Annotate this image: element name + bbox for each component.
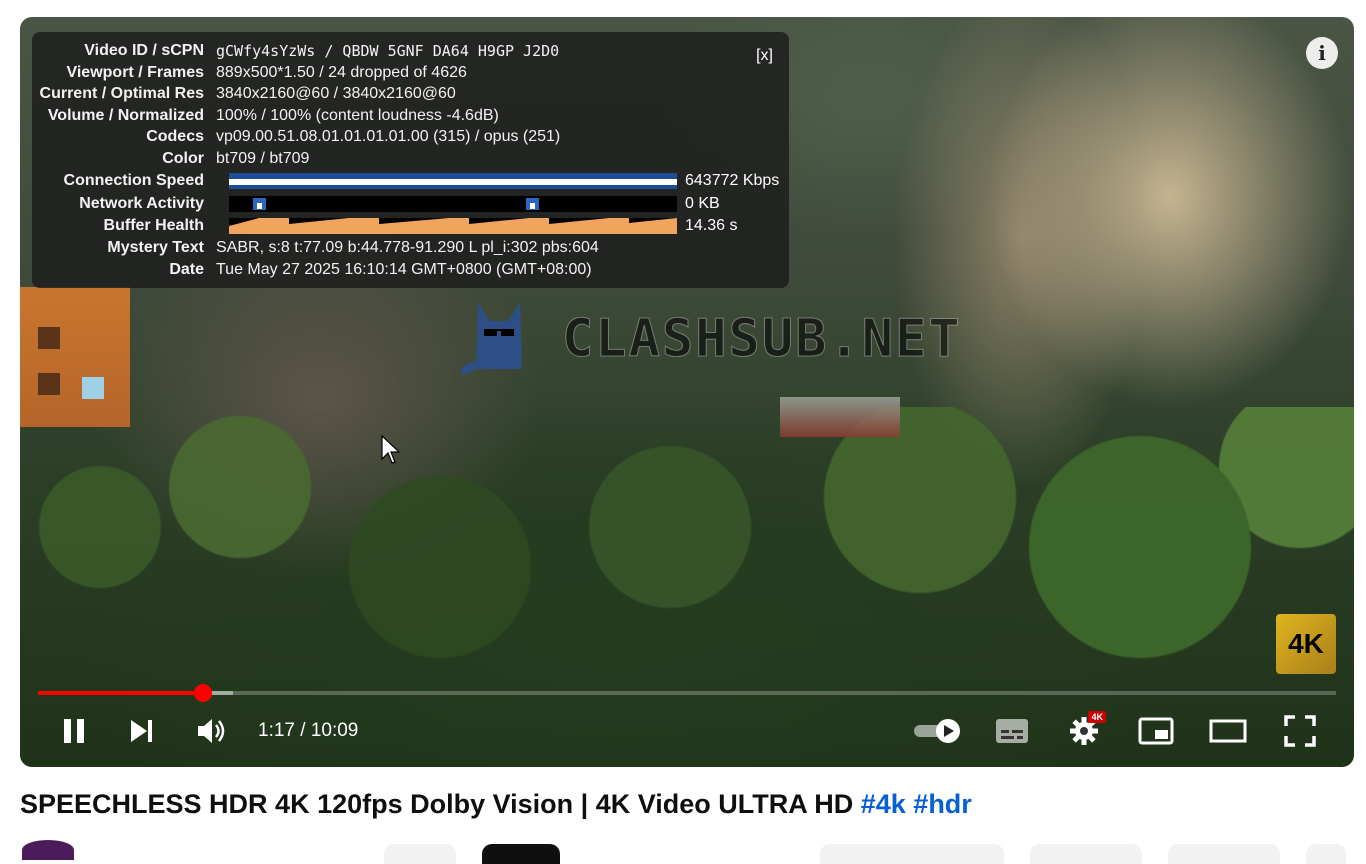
stats-row-date: Date Tue May 27 2025 16:10:14 GMT+0800 (… bbox=[32, 259, 592, 281]
stats-label: Volume / Normalized bbox=[47, 107, 204, 124]
stats-value: 643772 Kbps bbox=[685, 172, 780, 189]
stats-row-volume: Volume / Normalized 100% / 100% (content… bbox=[32, 105, 499, 127]
stats-label: Color bbox=[162, 150, 204, 167]
video-frame-building bbox=[20, 287, 130, 427]
like-dislike-button[interactable] bbox=[820, 844, 1004, 864]
more-actions-button[interactable] bbox=[1306, 844, 1346, 864]
stats-row-buffer: Buffer Health bbox=[32, 215, 216, 237]
settings-button[interactable]: 4K bbox=[1060, 707, 1108, 755]
autoplay-toggle-icon bbox=[914, 719, 960, 743]
stats-value: bt709 / bt709 bbox=[216, 150, 310, 167]
stats-value: 3840x2160@60 / 3840x2160@60 bbox=[216, 85, 456, 102]
stats-label: Current / Optimal Res bbox=[39, 85, 204, 102]
stats-value: SABR, s:8 t:77.09 b:44.778-91.290 L pl_i… bbox=[216, 239, 599, 256]
stats-value: 14.36 s bbox=[685, 217, 738, 234]
video-player[interactable]: [x] Video ID / sCPN gCWfy4sYzWs / QBDW 5… bbox=[20, 17, 1354, 767]
miniplayer-button[interactable] bbox=[1132, 707, 1180, 755]
join-button[interactable] bbox=[384, 844, 456, 864]
volume-button[interactable] bbox=[188, 707, 236, 755]
cat-logo-icon bbox=[456, 299, 542, 379]
stats-label: Date bbox=[169, 261, 204, 278]
stats-value: Tue May 27 2025 16:10:14 GMT+0800 (GMT+0… bbox=[216, 261, 592, 278]
stats-value: gCWfy4sYzWs / QBDW 5GNF DA64 H9GP J2D0 bbox=[216, 42, 560, 60]
pause-button[interactable] bbox=[50, 707, 98, 755]
stats-value: vp09.00.51.08.01.01.01.01.00 (315) / opu… bbox=[216, 128, 561, 145]
stats-row-color: Color bt709 / bt709 bbox=[32, 148, 309, 170]
stats-row-network: Network Activity bbox=[32, 193, 216, 215]
watermark-text: CLASHSUB.NET bbox=[562, 309, 962, 370]
hashtag-link[interactable]: #4k bbox=[861, 789, 906, 819]
stats-row-resolution: Current / Optimal Res 3840x2160@60 / 384… bbox=[32, 83, 456, 105]
watermark: CLASHSUB.NET bbox=[456, 299, 962, 379]
stats-row-video-id: Video ID / sCPN gCWfy4sYzWs / QBDW 5GNF … bbox=[32, 40, 559, 62]
stats-for-nerds-panel: [x] Video ID / sCPN gCWfy4sYzWs / QBDW 5… bbox=[32, 32, 789, 288]
buffer-health-graph bbox=[229, 218, 677, 234]
theater-icon bbox=[1209, 719, 1247, 743]
stats-label: Buffer Health bbox=[103, 217, 204, 234]
connection-speed-graph bbox=[229, 173, 677, 189]
miniplayer-icon bbox=[1138, 717, 1174, 745]
progress-played bbox=[38, 691, 203, 695]
time-display: 1:17 / 10:09 bbox=[258, 720, 359, 741]
progress-scrubber-handle[interactable] bbox=[193, 684, 212, 702]
stats-row-mystery: Mystery Text SABR, s:8 t:77.09 b:44.778-… bbox=[32, 237, 599, 259]
pause-icon bbox=[64, 719, 84, 743]
stats-value: 100% / 100% (content loudness -4.6dB) bbox=[216, 107, 499, 124]
hashtag-link[interactable]: #hdr bbox=[913, 789, 972, 819]
stats-label: Viewport / Frames bbox=[66, 64, 204, 81]
fullscreen-icon bbox=[1284, 715, 1316, 747]
theater-mode-button[interactable] bbox=[1204, 707, 1252, 755]
stats-label: Connection Speed bbox=[63, 172, 204, 189]
settings-4k-badge: 4K bbox=[1088, 711, 1106, 723]
autoplay-toggle[interactable] bbox=[910, 707, 966, 755]
fullscreen-button[interactable] bbox=[1276, 707, 1324, 755]
subscribe-button[interactable] bbox=[482, 844, 560, 864]
stats-row-connection: Connection Speed bbox=[32, 170, 216, 192]
stats-row-codecs: Codecs vp09.00.51.08.01.01.01.01.00 (315… bbox=[32, 126, 560, 148]
info-icon[interactable]: i bbox=[1306, 37, 1338, 69]
subtitles-icon bbox=[996, 719, 1028, 743]
channel-row-partial bbox=[0, 840, 1366, 864]
next-icon bbox=[131, 720, 152, 742]
player-controls: 1:17 / 10:09 4K bbox=[20, 707, 1354, 755]
mouse-pointer-icon bbox=[381, 435, 401, 464]
stats-value: 0 KB bbox=[685, 195, 720, 212]
stats-label: Mystery Text bbox=[107, 239, 204, 256]
stats-close-button[interactable]: [x] bbox=[756, 47, 773, 65]
network-activity-graph bbox=[229, 196, 677, 212]
share-button[interactable] bbox=[1030, 844, 1142, 864]
stats-label: Video ID / sCPN bbox=[84, 42, 204, 59]
next-button[interactable] bbox=[118, 707, 166, 755]
download-button[interactable] bbox=[1168, 844, 1280, 864]
video-frame-temple bbox=[780, 397, 900, 437]
channel-avatar[interactable] bbox=[22, 840, 74, 860]
4k-quality-badge: 4K bbox=[1276, 614, 1336, 674]
stats-label: Network Activity bbox=[79, 195, 204, 212]
stats-row-viewport: Viewport / Frames 889x500*1.50 / 24 drop… bbox=[32, 62, 467, 84]
volume-icon bbox=[198, 719, 225, 743]
network-blip bbox=[253, 198, 266, 210]
subtitles-button[interactable] bbox=[988, 707, 1036, 755]
video-title: SPEECHLESS HDR 4K 120fps Dolby Vision | … bbox=[20, 789, 972, 820]
progress-bar[interactable] bbox=[38, 684, 1336, 702]
stats-label: Codecs bbox=[146, 128, 204, 145]
video-title-text: SPEECHLESS HDR 4K 120fps Dolby Vision | … bbox=[20, 789, 861, 819]
stats-value: 889x500*1.50 / 24 dropped of 4626 bbox=[216, 64, 467, 81]
network-blip bbox=[526, 198, 539, 210]
